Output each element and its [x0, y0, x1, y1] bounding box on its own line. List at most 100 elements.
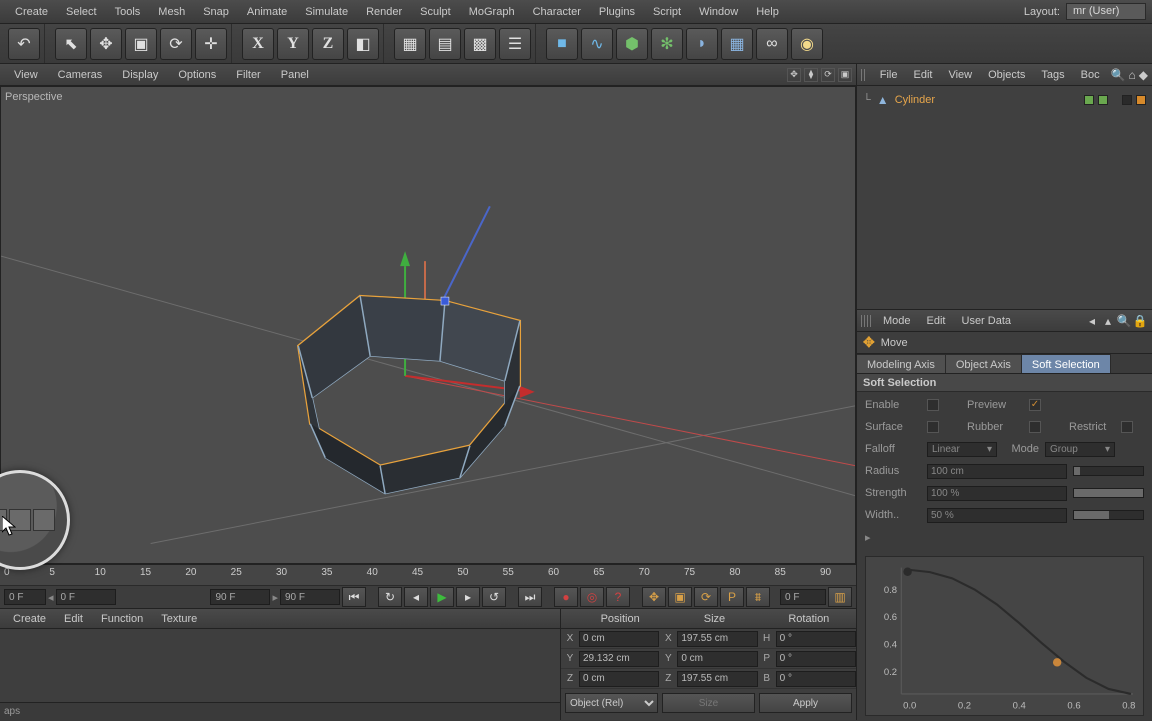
play-button[interactable]: ▶ — [430, 587, 454, 607]
coord-system-toggle[interactable]: ◧ — [347, 28, 379, 60]
attr-up-icon[interactable]: ▴ — [1100, 314, 1116, 328]
coord-size-field[interactable] — [677, 671, 757, 687]
loop2-button[interactable]: ↺ — [482, 587, 506, 607]
vp-orbit-icon[interactable]: ⟳ — [821, 68, 835, 82]
goto-end-button[interactable]: ⏭ — [518, 587, 542, 607]
vp-zoom-icon[interactable]: ⧫ — [804, 68, 818, 82]
layout-dropdown[interactable]: mr (User) — [1066, 3, 1146, 20]
om-home-icon[interactable]: ⌂ — [1128, 68, 1137, 82]
frame-end2-field[interactable] — [280, 589, 340, 605]
menu-create[interactable]: Create — [6, 0, 57, 24]
select-tool[interactable]: ⬉ — [55, 28, 87, 60]
menu-simulate[interactable]: Simulate — [296, 0, 357, 24]
timeline-ruler[interactable]: 051015202530354045505560657075808590 — [0, 565, 856, 586]
menu-mesh[interactable]: Mesh — [149, 0, 194, 24]
primitive-cube-button[interactable]: ■ — [546, 28, 578, 60]
falloff-graph[interactable]: 0.8 0.6 0.4 0.2 0.0 0.2 0.4 0.6 0.8 — [865, 556, 1144, 716]
rotate-tool[interactable]: ⟳ — [160, 28, 192, 60]
menu-select[interactable]: Select — [57, 0, 106, 24]
step-fwd-button[interactable]: ▸ — [456, 587, 480, 607]
axis-z-toggle[interactable]: Z — [312, 28, 344, 60]
expand-icon[interactable]: ▸ — [865, 531, 871, 544]
frame-range-min-field[interactable] — [4, 589, 46, 605]
loop-button[interactable]: ↻ — [378, 587, 402, 607]
key-param-button[interactable]: P — [720, 587, 744, 607]
powerslider-button[interactable]: ▥ — [828, 587, 852, 607]
key-scale-button[interactable]: ▣ — [668, 587, 692, 607]
coord-rot-field[interactable] — [776, 631, 856, 647]
strength-field[interactable] — [927, 486, 1067, 501]
menu-snap[interactable]: Snap — [194, 0, 238, 24]
mat-menu-texture[interactable]: Texture — [152, 613, 206, 625]
mat-menu-create[interactable]: Create — [4, 613, 55, 625]
camera-button[interactable]: ▦ — [721, 28, 753, 60]
om-menu-boc[interactable]: Boc — [1074, 69, 1107, 81]
radius-field[interactable] — [927, 464, 1067, 479]
record-button[interactable]: ● — [554, 587, 578, 607]
coord-rot-field[interactable] — [776, 671, 856, 687]
scale-tool[interactable]: ▣ — [125, 28, 157, 60]
width-slider[interactable] — [1073, 510, 1144, 520]
om-search-icon[interactable]: 🔍 — [1111, 68, 1126, 82]
autokey-button[interactable]: ◎ — [580, 587, 604, 607]
environment-button[interactable]: ◗ — [686, 28, 718, 60]
om-menu-objects[interactable]: Objects — [981, 69, 1032, 81]
goto-start-button[interactable]: ⏮ — [342, 587, 366, 607]
radius-slider[interactable] — [1073, 466, 1144, 476]
coord-rot-field[interactable] — [776, 651, 856, 667]
coord-pos-field[interactable] — [579, 671, 659, 687]
menu-window[interactable]: Window — [690, 0, 747, 24]
mat-menu-edit[interactable]: Edit — [55, 613, 92, 625]
vp-menu-view[interactable]: View — [4, 64, 48, 86]
curve-handle-start[interactable] — [903, 568, 911, 576]
vp-menu-cameras[interactable]: Cameras — [48, 64, 113, 86]
menu-plugins[interactable]: Plugins — [590, 0, 644, 24]
coord-space-dropdown[interactable]: Object (Rel) — [565, 693, 658, 713]
render-settings-button[interactable]: ☰ — [499, 28, 531, 60]
enable-checkbox[interactable] — [927, 399, 939, 411]
axis-y-toggle[interactable]: Y — [277, 28, 309, 60]
tab-object-axis[interactable]: Object Axis — [946, 354, 1022, 373]
material-list[interactable] — [0, 629, 560, 702]
vp-menu-panel[interactable]: Panel — [271, 64, 319, 86]
curve-handle-mid[interactable] — [1053, 658, 1061, 666]
deformer-button[interactable]: ✻ — [651, 28, 683, 60]
last-tool[interactable]: ✛ — [195, 28, 227, 60]
attr-lock-icon[interactable]: 🔒 — [1132, 314, 1148, 328]
width-field[interactable] — [927, 508, 1067, 523]
tab-soft-selection[interactable]: Soft Selection — [1022, 354, 1111, 373]
vp-max-icon[interactable]: ▣ — [838, 68, 852, 82]
tag-selection-icon[interactable] — [1136, 95, 1146, 105]
preview-checkbox[interactable] — [1029, 399, 1041, 411]
coord-pos-field[interactable] — [579, 651, 659, 667]
om-eye-icon[interactable]: ◆ — [1139, 68, 1148, 82]
vp-menu-display[interactable]: Display — [112, 64, 168, 86]
current-frame-field[interactable] — [780, 589, 826, 605]
key-pos-button[interactable]: ✥ — [642, 587, 666, 607]
light-button[interactable]: ∞ — [756, 28, 788, 60]
strength-slider[interactable] — [1073, 488, 1144, 498]
coord-size-field[interactable] — [677, 631, 757, 647]
vp-pan-icon[interactable]: ✥ — [787, 68, 801, 82]
menu-render[interactable]: Render — [357, 0, 411, 24]
frame-end-field[interactable] — [210, 589, 270, 605]
om-menu-view[interactable]: View — [941, 69, 979, 81]
restrict-checkbox[interactable] — [1121, 421, 1133, 433]
mat-menu-function[interactable]: Function — [92, 613, 152, 625]
attr-menu-userdata[interactable]: User Data — [954, 315, 1020, 327]
om-menu-tags[interactable]: Tags — [1034, 69, 1071, 81]
coord-size-mode-dropdown[interactable]: Size — [662, 693, 755, 713]
render-region-button[interactable]: ▤ — [429, 28, 461, 60]
attr-menu-edit[interactable]: Edit — [919, 315, 954, 327]
visibility-editor-dot[interactable] — [1084, 95, 1094, 105]
menu-character[interactable]: Character — [524, 0, 590, 24]
move-tool[interactable]: ✥ — [90, 28, 122, 60]
attr-menu-mode[interactable]: Mode — [875, 315, 919, 327]
rubber-checkbox[interactable] — [1029, 421, 1041, 433]
viewport[interactable]: Perspective — [0, 86, 856, 564]
frame-start-field[interactable] — [56, 589, 116, 605]
tree-item-cylinder[interactable]: └ ▲ Cylinder — [863, 90, 1146, 110]
falloff-dropdown[interactable]: Linear▾ — [927, 442, 997, 457]
tag-phong-icon[interactable] — [1122, 95, 1132, 105]
om-menu-edit[interactable]: Edit — [906, 69, 939, 81]
